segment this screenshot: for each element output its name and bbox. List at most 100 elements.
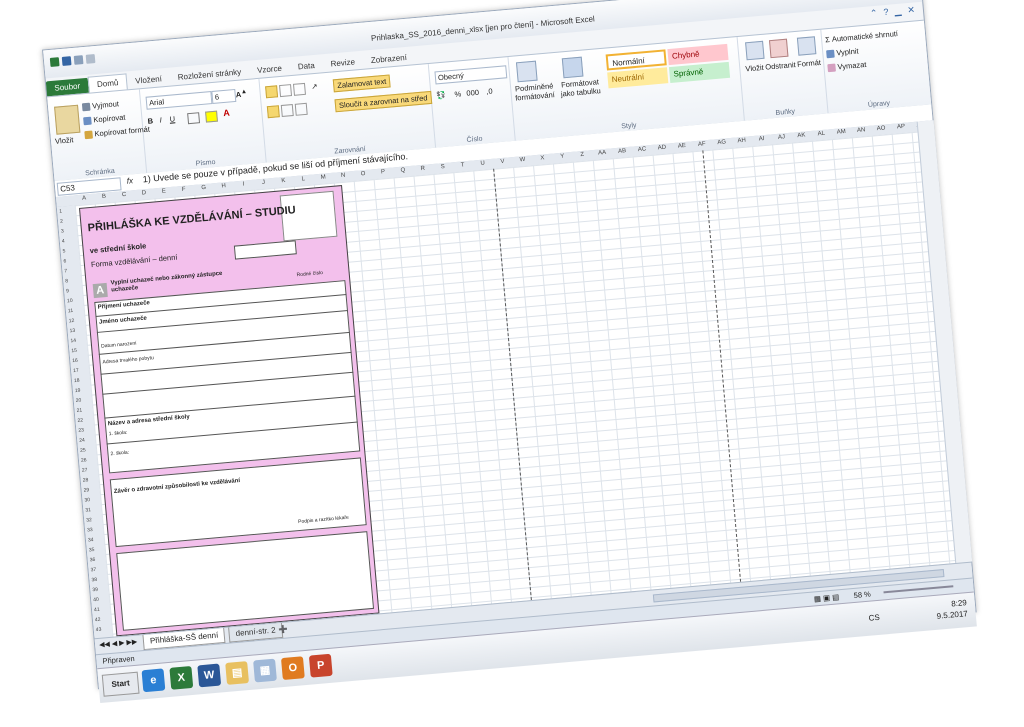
align-middle-button[interactable] [279, 84, 293, 98]
column-header[interactable]: A [74, 195, 94, 203]
row-header[interactable]: 4 [62, 238, 65, 244]
format-cells-button[interactable]: Formát [797, 58, 821, 69]
column-header[interactable]: AD [652, 144, 672, 152]
column-header[interactable]: AO [871, 125, 891, 133]
row-header[interactable]: 18 [74, 378, 80, 384]
row-header[interactable]: 22 [77, 417, 83, 423]
font-color-button[interactable]: A [223, 108, 230, 119]
column-header[interactable]: Y [552, 153, 572, 161]
row-header[interactable]: 34 [88, 537, 94, 543]
column-header[interactable]: T [453, 162, 473, 170]
row-header[interactable]: 30 [84, 497, 90, 503]
column-header[interactable]: AK [791, 132, 811, 140]
row-header[interactable]: 6 [63, 258, 66, 264]
row-header[interactable]: 3 [61, 228, 64, 234]
column-header[interactable]: R [413, 165, 433, 173]
row-header[interactable]: 42 [95, 617, 101, 623]
column-header[interactable]: G [193, 184, 213, 192]
row-header[interactable]: 21 [76, 408, 82, 414]
row-header[interactable]: 13 [69, 328, 75, 334]
row-header[interactable]: 38 [91, 577, 97, 583]
column-header[interactable]: AG [712, 139, 732, 147]
conditional-format-button[interactable]: Podmíněné formátování [512, 81, 557, 103]
style-good[interactable]: Správně [668, 61, 731, 84]
align-right-button[interactable] [294, 102, 308, 116]
excel-app-icon[interactable]: X [169, 665, 194, 690]
column-header[interactable]: AE [672, 142, 692, 150]
powerpoint-app-icon[interactable]: P [308, 653, 333, 678]
number-format-select[interactable]: Obecný [434, 65, 508, 85]
thousands-button[interactable]: 000 [466, 88, 479, 98]
column-header[interactable]: AL [811, 130, 831, 138]
column-header[interactable]: P [373, 169, 393, 177]
column-header[interactable]: C [114, 191, 134, 199]
column-header[interactable]: AA [592, 149, 612, 157]
zoom-slider[interactable] [883, 585, 954, 594]
row-header[interactable]: 37 [90, 567, 96, 573]
workbook-minimize-icon[interactable]: ▁ [894, 6, 902, 18]
column-header[interactable]: J [253, 179, 273, 187]
help-icon[interactable]: ? [883, 7, 889, 18]
sheet-nav-icon[interactable]: ◀◀ ◀ ▶ ▶▶ [99, 638, 138, 649]
align-top-button[interactable] [265, 85, 279, 99]
column-header[interactable]: AC [632, 146, 652, 154]
row-header[interactable]: 27 [82, 467, 88, 473]
fill-button[interactable]: Vyplnit [826, 47, 859, 59]
row-header[interactable]: 14 [70, 338, 76, 344]
row-header[interactable]: 25 [80, 447, 86, 453]
zoom-level[interactable]: 58 % [853, 590, 871, 600]
word-app-icon[interactable]: W [197, 663, 222, 688]
currency-button[interactable]: 💱 [436, 91, 446, 101]
ribbon-minimize-icon[interactable]: ⌃ [870, 8, 878, 20]
row-header[interactable]: 35 [89, 547, 95, 553]
column-header[interactable]: S [433, 163, 453, 171]
row-header[interactable]: 15 [71, 348, 77, 354]
row-header[interactable]: 20 [76, 398, 82, 404]
view-buttons[interactable]: ▦ ▣ ▤ [813, 592, 839, 603]
row-header[interactable]: 33 [87, 527, 93, 533]
column-header[interactable]: AI [751, 135, 771, 143]
column-header[interactable]: V [492, 158, 512, 166]
row-header[interactable]: 41 [94, 607, 100, 613]
font-size-select[interactable]: 6 [211, 88, 237, 104]
column-header[interactable]: W [512, 156, 532, 164]
language-indicator[interactable]: CS [868, 613, 880, 623]
decimal-button[interactable]: ,0 [486, 87, 493, 97]
row-header[interactable]: 2 [60, 218, 63, 224]
column-header[interactable]: L [293, 176, 313, 184]
column-header[interactable]: X [532, 155, 552, 163]
clear-button[interactable]: Vymazat [827, 60, 867, 73]
italic-button[interactable]: I [159, 115, 162, 124]
row-header[interactable]: 17 [73, 368, 79, 374]
row-header[interactable]: 26 [81, 457, 87, 463]
workbook-close-icon[interactable]: ✕ [907, 4, 915, 16]
column-header[interactable]: I [233, 181, 253, 189]
row-header[interactable]: 11 [68, 308, 74, 314]
borders-button[interactable] [187, 112, 201, 125]
row-header[interactable]: 16 [72, 358, 78, 364]
row-header[interactable]: 43 [96, 627, 102, 633]
row-header[interactable]: 5 [62, 248, 65, 254]
orientation-icon[interactable]: ↗ [311, 82, 318, 92]
column-header[interactable]: F [174, 186, 194, 194]
fill-color-button[interactable] [205, 110, 218, 123]
row-header[interactable]: 9 [66, 288, 69, 294]
delete-cells-button[interactable]: Odstranit [765, 60, 796, 72]
align-bottom-button[interactable] [292, 82, 306, 96]
underline-button[interactable]: U [169, 114, 175, 123]
column-header[interactable]: Q [393, 167, 413, 175]
column-header[interactable]: AJ [771, 134, 791, 142]
column-header[interactable]: D [134, 189, 154, 197]
column-header[interactable]: B [94, 193, 114, 201]
insert-sheet-icon[interactable]: ➕ [278, 624, 288, 634]
align-left-button[interactable] [266, 105, 280, 119]
internet-explorer-icon[interactable]: e [141, 668, 166, 693]
row-header[interactable]: 39 [92, 587, 98, 593]
row-header[interactable]: 29 [83, 487, 89, 493]
column-header[interactable]: AM [831, 128, 851, 136]
format-painter-button[interactable]: Kopírovat formát [84, 125, 150, 140]
fx-icon[interactable]: fx [126, 176, 133, 186]
column-header[interactable]: AB [612, 148, 632, 156]
row-header[interactable]: 7 [64, 268, 67, 274]
column-header[interactable]: H [213, 182, 233, 190]
